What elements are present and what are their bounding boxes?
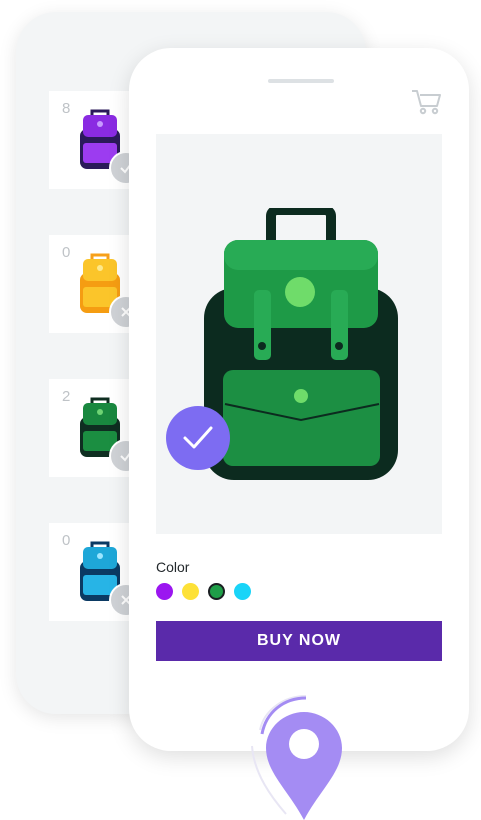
product-phone: Color BUY NOW [129,48,469,751]
color-swatch-yellow[interactable] [182,583,199,600]
cart-icon[interactable] [410,88,442,116]
color-swatch-green-selected[interactable] [208,583,225,600]
color-swatch-purple[interactable] [156,583,173,600]
buy-now-button[interactable]: BUY NOW [156,621,442,661]
check-icon [183,426,213,449]
backpack-green-large-icon [204,208,398,480]
stock-count: 0 [62,532,71,549]
stock-count: 0 [62,244,71,261]
location-pin-icon [251,695,342,820]
color-swatches [156,583,251,600]
phone-speaker [268,79,334,83]
product-image [156,134,442,534]
stock-count: 8 [62,100,71,117]
color-label: Color [156,559,190,575]
stock-count: 2 [62,388,71,405]
color-swatch-cyan[interactable] [234,583,251,600]
selected-check-badge [166,406,230,470]
